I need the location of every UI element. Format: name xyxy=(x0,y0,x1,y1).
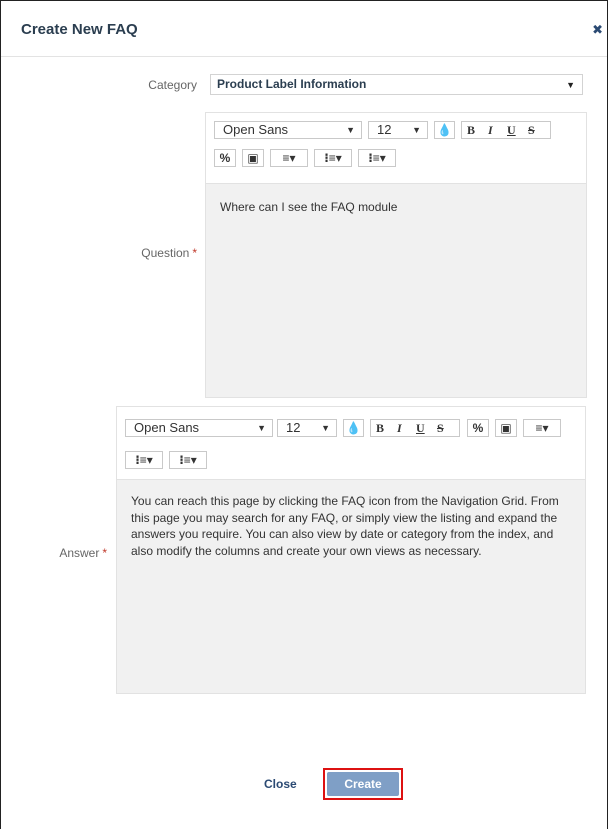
strikethrough-button[interactable]: S xyxy=(437,420,444,436)
align-icon[interactable]: ≡▾ xyxy=(270,149,308,167)
unordered-list-icon[interactable]: ⁝≡▾ xyxy=(169,451,207,469)
chevron-down-icon: ▼ xyxy=(412,125,421,135)
question-text[interactable]: Where can I see the FAQ module xyxy=(220,199,570,216)
text-color-icon[interactable]: 💧 xyxy=(343,419,364,437)
format-buttons-group: B I U S xyxy=(461,121,551,139)
bold-button[interactable]: B xyxy=(467,122,475,138)
category-label: Category xyxy=(148,78,197,92)
dialog-title: Create New FAQ xyxy=(21,21,138,38)
chevron-down-icon: ▼ xyxy=(321,423,330,433)
chevron-down-icon: ▼ xyxy=(257,423,266,433)
category-select[interactable]: Product Label Information ▼ xyxy=(210,74,583,95)
strikethrough-button[interactable]: S xyxy=(528,122,535,138)
close-button[interactable]: Close xyxy=(264,777,297,791)
link-icon[interactable]: % xyxy=(214,149,236,167)
format-buttons-group: B I U S xyxy=(370,419,460,437)
question-editor: Open Sans ▼ 12 ▼ 💧 B I U S % ▣ ≡▾ ⁝≡▾ ⁝≡▾ … xyxy=(205,112,587,398)
question-label: Question * xyxy=(141,246,197,260)
close-icon[interactable]: ✖ xyxy=(592,22,603,38)
font-family-select[interactable]: Open Sans ▼ xyxy=(125,419,273,437)
ordered-list-icon[interactable]: ⁝≡▾ xyxy=(125,451,163,469)
underline-button[interactable]: U xyxy=(416,420,425,436)
image-icon[interactable]: ▣ xyxy=(242,149,264,167)
dialog-header: Create New FAQ ✖ xyxy=(1,1,607,57)
chevron-down-icon: ▼ xyxy=(346,125,355,135)
question-toolbar: Open Sans ▼ 12 ▼ 💧 B I U S % ▣ ≡▾ ⁝≡▾ ⁝≡▾ xyxy=(206,113,586,184)
font-size-select[interactable]: 12 ▼ xyxy=(277,419,337,437)
unordered-list-icon[interactable]: ⁝≡▾ xyxy=(358,149,396,167)
italic-button[interactable]: I xyxy=(397,420,402,436)
category-value: Product Label Information xyxy=(217,77,367,91)
answer-toolbar: Open Sans ▼ 12 ▼ 💧 B I U S % ▣ ≡▾ ⁝≡▾ ⁝≡▾ xyxy=(117,407,585,480)
create-faq-dialog: Create New FAQ ✖ Category Product Label … xyxy=(0,0,608,829)
ordered-list-icon[interactable]: ⁝≡▾ xyxy=(314,149,352,167)
create-button-highlight: Create xyxy=(323,768,403,800)
text-color-icon[interactable]: 💧 xyxy=(434,121,455,139)
answer-editor: Open Sans ▼ 12 ▼ 💧 B I U S % ▣ ≡▾ ⁝≡▾ ⁝≡▾ … xyxy=(116,406,586,694)
chevron-down-icon: ▼ xyxy=(566,80,575,90)
align-icon[interactable]: ≡▾ xyxy=(523,419,561,437)
underline-button[interactable]: U xyxy=(507,122,516,138)
link-icon[interactable]: % xyxy=(467,419,489,437)
create-button[interactable]: Create xyxy=(327,772,399,796)
bold-button[interactable]: B xyxy=(376,420,384,436)
font-size-select[interactable]: 12 ▼ xyxy=(368,121,428,139)
font-family-select[interactable]: Open Sans ▼ xyxy=(214,121,362,139)
image-icon[interactable]: ▣ xyxy=(495,419,517,437)
italic-button[interactable]: I xyxy=(488,122,493,138)
answer-label: Answer * xyxy=(59,546,107,560)
answer-text[interactable]: You can reach this page by clicking the … xyxy=(131,493,571,559)
